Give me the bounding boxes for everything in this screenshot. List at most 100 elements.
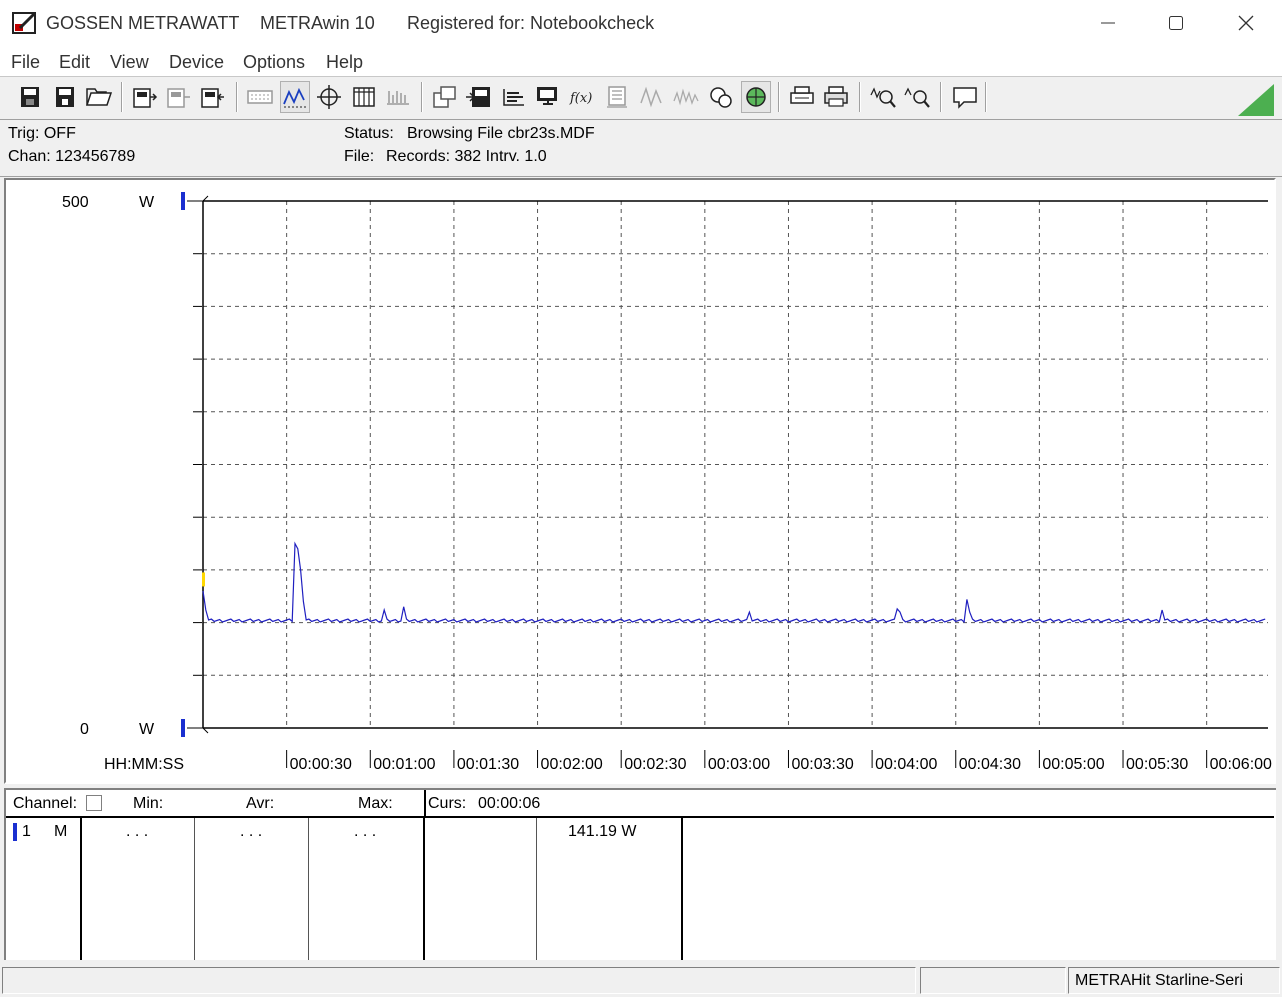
histogram-button[interactable]	[499, 81, 529, 113]
zoom-in-button[interactable]	[868, 81, 898, 113]
panel-button[interactable]	[602, 81, 632, 113]
zoom-in-icon	[870, 87, 896, 108]
channel-color-marker	[13, 823, 17, 841]
x-tick-label: 00:06:00	[1210, 756, 1272, 773]
export-button[interactable]	[430, 81, 460, 113]
channel-number: 1	[22, 823, 31, 840]
x-tick-label: 00:03:30	[791, 756, 853, 773]
y-max-unit: W	[139, 194, 155, 211]
info-bar: Trig: OFF Chan: 123456789 Status: Browsi…	[0, 120, 1282, 177]
menu-edit[interactable]: Edit	[59, 52, 90, 73]
status-corner-icon	[1238, 84, 1274, 116]
open-folder-icon	[85, 88, 113, 106]
trigger-icon	[746, 87, 766, 107]
y-min-label: 0	[80, 721, 89, 738]
status-label: Status:	[344, 125, 394, 142]
menu-file[interactable]: File	[11, 52, 40, 73]
print-button[interactable]	[821, 81, 851, 113]
monitor-button[interactable]	[533, 81, 563, 113]
column-divider	[681, 818, 683, 960]
registration-text: Registered for: Notebookcheck	[407, 13, 655, 33]
save-button[interactable]	[15, 81, 45, 113]
minimize-button[interactable]	[1088, 6, 1128, 40]
x-tick-label: 00:02:00	[541, 756, 603, 773]
save-icon	[21, 87, 39, 107]
save-as-button[interactable]	[50, 81, 80, 113]
max-value: . . .	[354, 823, 377, 840]
menu-help[interactable]: Help	[326, 52, 363, 73]
x-tick-label: 00:03:00	[708, 756, 770, 773]
app-logo-icon	[12, 12, 36, 34]
toolbar-separator	[236, 82, 238, 112]
device-connect-icon	[133, 88, 158, 108]
x-tick-label: 00:01:00	[373, 756, 435, 773]
device-settings-icon	[466, 87, 490, 107]
wave-small-icon	[640, 86, 662, 108]
function-button[interactable]: f(x)	[567, 81, 597, 113]
toolbar-separator	[778, 82, 780, 112]
channel-header: Channel:	[13, 795, 78, 812]
wave-small-button[interactable]	[637, 81, 667, 113]
min-header: Min:	[133, 795, 164, 812]
cursor-marker	[202, 572, 205, 587]
close-button[interactable]	[1226, 6, 1266, 40]
measurement-table: Channel: Min: Avr: Max: Curs: 00:00:06 1…	[4, 788, 1276, 960]
bars-icon	[387, 91, 409, 105]
comment-button[interactable]	[950, 81, 980, 113]
cursor-time: 00:00:06	[478, 795, 541, 812]
device-settings-button[interactable]	[464, 81, 494, 113]
cursor-label: Curs:	[428, 795, 467, 812]
channel-checkbox[interactable]	[86, 795, 102, 811]
keyboard-button[interactable]	[245, 81, 275, 113]
zoom-out-icon	[904, 87, 930, 108]
bars-button[interactable]	[383, 81, 413, 113]
toolbar-separator	[940, 82, 942, 112]
trigger-button[interactable]	[741, 81, 771, 113]
y-max-marker	[181, 192, 185, 210]
y-min-marker	[181, 719, 185, 737]
table-icon	[353, 87, 375, 107]
wave-gray-button[interactable]	[671, 81, 701, 113]
print-preview-icon	[790, 86, 814, 104]
device-disabled-button[interactable]	[164, 81, 194, 113]
power-chart[interactable]: 00:00:30 00:01:00 00:01:30 00:02:00 00:02:30…	[6, 180, 1274, 782]
menu-options[interactable]: Options	[243, 52, 305, 73]
comment-icon	[953, 87, 977, 109]
cursor-value: 141.19 W	[568, 823, 637, 840]
toolbar-separator	[985, 82, 987, 112]
crosshair-button[interactable]	[314, 81, 344, 113]
signal-tools-button[interactable]	[706, 81, 736, 113]
x-axis-label: HH:MM:SS	[104, 756, 184, 773]
x-tick-label: 00:05:30	[1126, 756, 1188, 773]
table-button[interactable]	[349, 81, 379, 113]
channel-list: Chan: 123456789	[8, 148, 136, 165]
chart-pane[interactable]: 00:00:30 00:01:00 00:01:30 00:02:00 00:02:30…	[4, 178, 1276, 784]
waveform-button[interactable]	[280, 81, 310, 113]
device-read-button[interactable]	[198, 81, 228, 113]
y-max-label: 500	[62, 194, 89, 211]
close-icon	[1238, 15, 1254, 31]
zoom-out-button[interactable]	[902, 81, 932, 113]
waveform-icon	[283, 87, 306, 108]
header-divider	[424, 790, 426, 816]
title-bar: GOSSEN METRAWATT METRAwin 10 Registered …	[0, 0, 1282, 46]
column-divider	[194, 818, 195, 960]
toolbar: f(x)	[0, 77, 1282, 120]
status-panel-main	[2, 967, 916, 994]
x-tick-label: 00:04:00	[875, 756, 937, 773]
max-header: Max:	[358, 795, 393, 812]
status-panel-middle	[920, 967, 1066, 994]
histogram-icon	[503, 89, 524, 106]
device-connect-button[interactable]	[130, 81, 160, 113]
maximize-button[interactable]	[1156, 6, 1196, 40]
open-button[interactable]	[84, 81, 114, 113]
print-preview-button[interactable]	[787, 81, 817, 113]
min-value: . . .	[126, 823, 149, 840]
menu-device[interactable]: Device	[169, 52, 224, 73]
monitor-icon	[537, 87, 557, 105]
toolbar-separator	[421, 82, 423, 112]
avr-value: . . .	[240, 823, 263, 840]
menu-view[interactable]: View	[110, 52, 149, 73]
save-as-icon	[56, 87, 74, 107]
device-disabled-icon	[167, 88, 190, 108]
